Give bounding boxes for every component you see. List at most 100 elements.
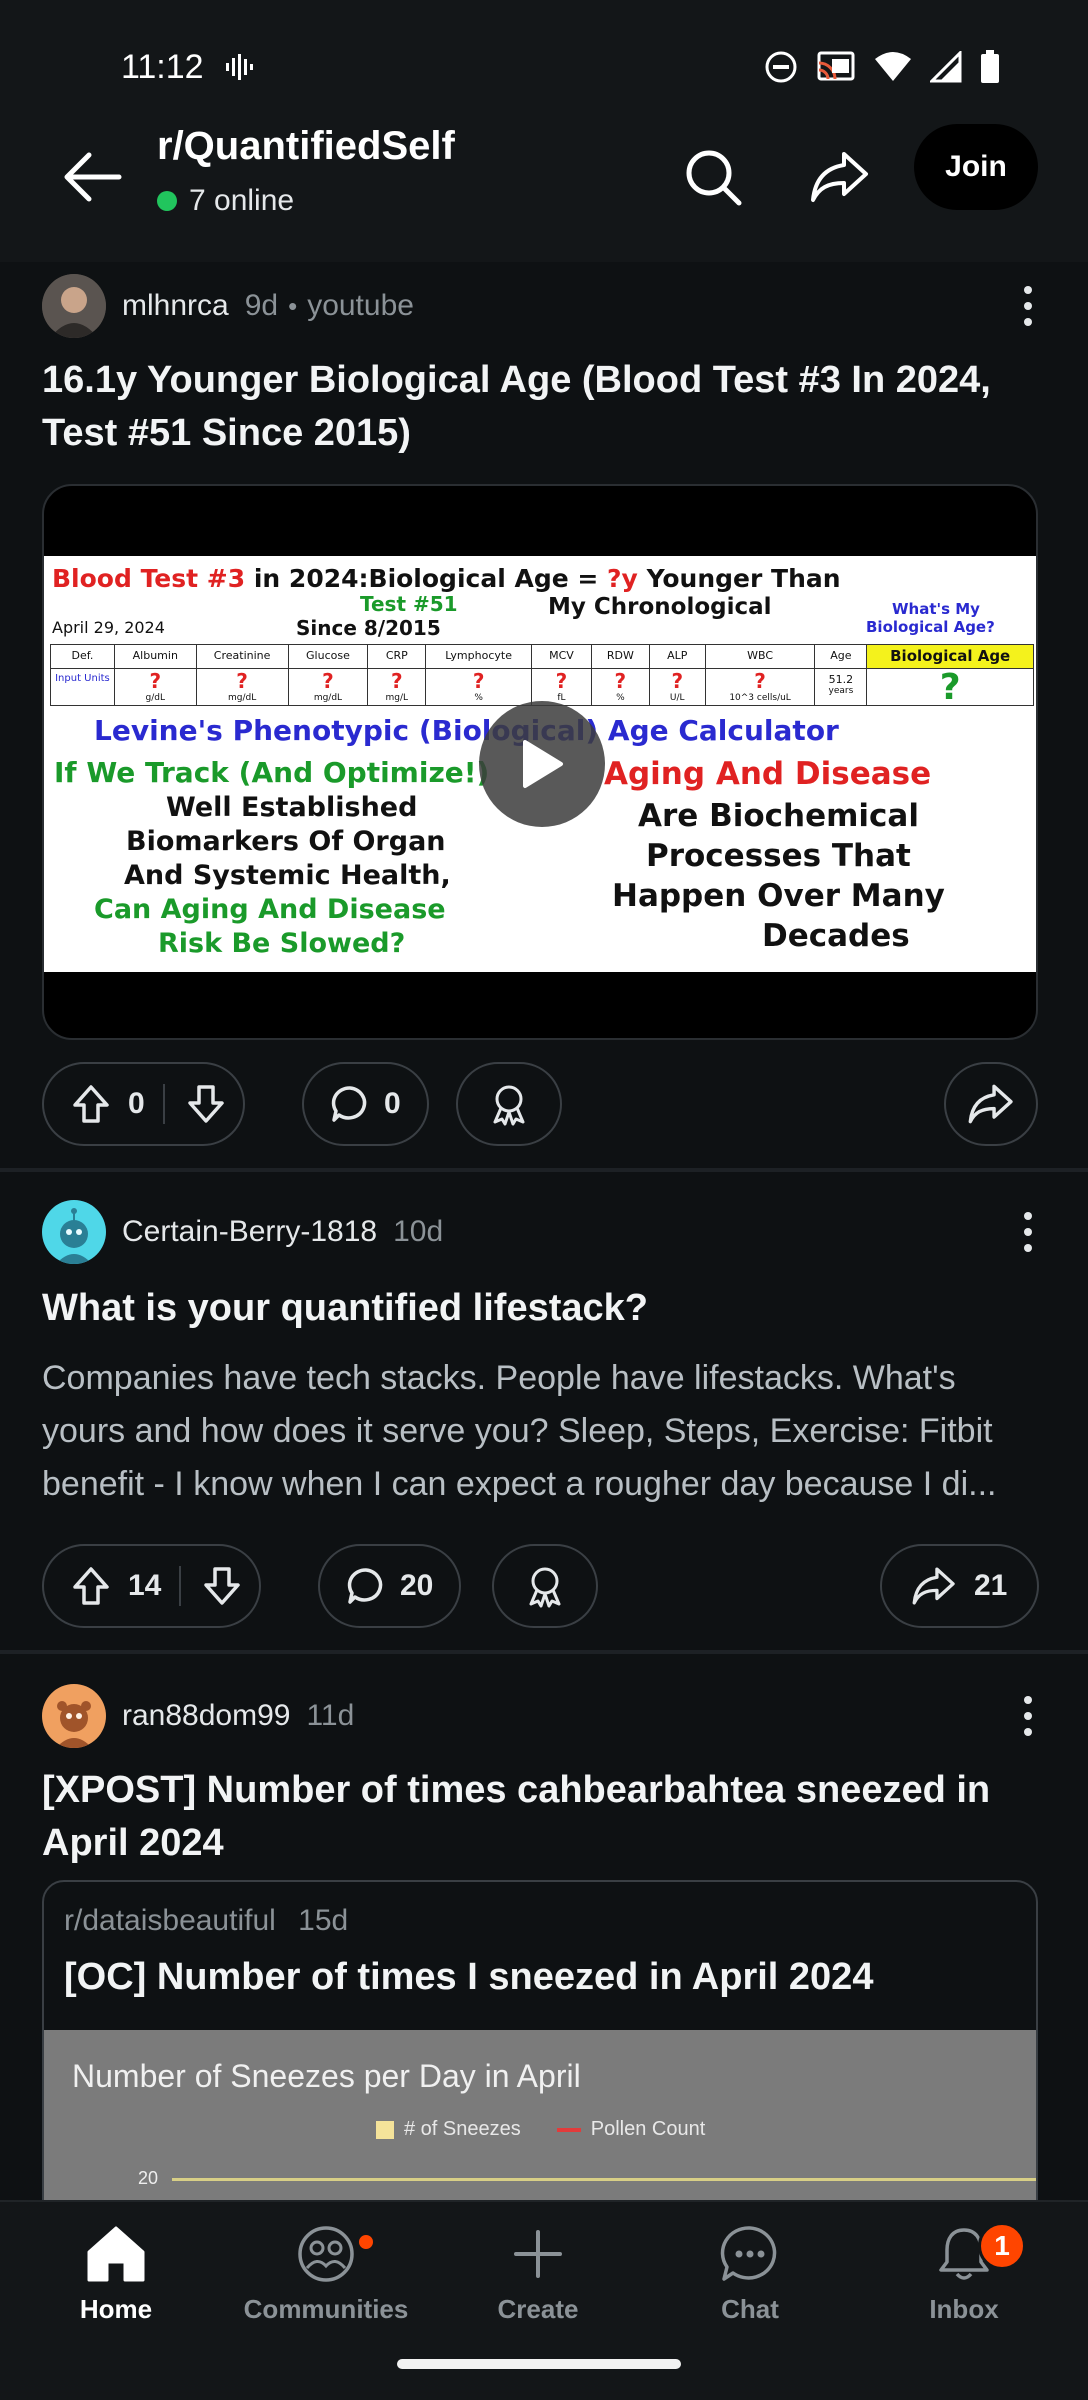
nav-label: Chat (721, 2294, 779, 2324)
post-feed: mlhnrca 9d • youtube 16.1y Younger Biolo… (0, 262, 1088, 2200)
crosspost-title[interactable]: [OC] Number of times I sneezed in April … (64, 1956, 873, 1999)
thumb-text: Since 8/2015 (296, 616, 441, 640)
post-card[interactable]: Certain-Berry-1818 10d What is your quan… (0, 1172, 1088, 1654)
status-icons (764, 50, 1000, 84)
gesture-bar[interactable] (397, 2359, 681, 2369)
chat-icon (720, 2226, 777, 2281)
downvote-button[interactable] (187, 1084, 225, 1124)
vote-control: 14 (42, 1544, 262, 1628)
comments-button[interactable]: 0 (302, 1062, 429, 1146)
nav-label: Home (79, 2294, 153, 2324)
play-button[interactable] (479, 701, 605, 827)
nav-chat[interactable]: Chat (650, 2224, 850, 2325)
arrow-left-icon (64, 152, 122, 202)
share-subreddit-button[interactable] (795, 132, 885, 222)
vote-divider (179, 1566, 182, 1606)
chart-legend: # of Sneezes Pollen Count (376, 2118, 705, 2141)
legend-label: Pollen Count (590, 2118, 706, 2140)
thumb-table: Def. Input Units Albumin? g/dL Creatinine?… (50, 644, 1034, 707)
subreddit-name[interactable]: r/QuantifiedSelf (157, 124, 455, 169)
communities-badge (356, 2232, 376, 2252)
avatar[interactable] (42, 274, 106, 338)
thumb-text: Biomarkers Of Organ (126, 826, 446, 857)
post-meta: mlhnrca 9d • youtube (42, 274, 414, 338)
comment-count: 0 (384, 1087, 401, 1120)
crosspost-subreddit[interactable]: r/dataisbeautiful (64, 1904, 276, 1937)
thumb-cell: MCV (532, 645, 591, 669)
post-title[interactable]: [XPOST] Number of times cahbearbahtea sn… (42, 1764, 1046, 1870)
post-options-button[interactable] (1008, 274, 1048, 338)
meta-separator: • (288, 290, 298, 321)
share-count: 21 (974, 1569, 1008, 1602)
join-button[interactable]: Join (914, 124, 1038, 210)
downvote-button[interactable] (203, 1566, 241, 1606)
post-author[interactable]: mlhnrca (122, 289, 229, 323)
post-age: 9d (244, 289, 279, 322)
upvote-button[interactable] (72, 1566, 110, 1606)
crosspost-card[interactable]: r/dataisbeautiful 15d [OC] Number of tim… (42, 1880, 1038, 2200)
post-age: 10d (393, 1215, 444, 1248)
upvote-button[interactable] (72, 1084, 110, 1124)
chart-title: Number of Sneezes per Day in April (72, 2058, 581, 2094)
nav-label: Inbox (929, 2294, 999, 2324)
share-button[interactable] (944, 1062, 1038, 1146)
post-card[interactable]: mlhnrca 9d • youtube 16.1y Younger Biolo… (0, 262, 1088, 1168)
comments-button[interactable]: 20 (318, 1544, 462, 1628)
award-button[interactable] (456, 1062, 562, 1146)
upvote-icon (73, 1085, 109, 1123)
home-icon (87, 2226, 145, 2282)
thumb-text: Processes That (646, 838, 911, 874)
thumb-text: My Chronological (548, 594, 772, 620)
snoo-avatar-icon (56, 1208, 92, 1264)
legend-label: # of Sneezes (404, 2118, 521, 2140)
nav-create[interactable]: Create (438, 2224, 638, 2325)
battery-icon (981, 50, 999, 83)
avatar[interactable] (42, 1200, 106, 1264)
thumb-text: Younger Than (637, 564, 841, 593)
search-icon (686, 150, 742, 206)
online-label: 7 online (189, 184, 295, 217)
post-title[interactable]: 16.1y Younger Biological Age (Blood Test… (42, 354, 1046, 460)
thumb-cell: Input Units (55, 673, 110, 684)
thumb-cell: RDW (591, 645, 649, 669)
back-button[interactable] (58, 142, 128, 212)
nav-communities[interactable]: Communities (226, 2224, 426, 2325)
post-options-button[interactable] (1008, 1684, 1048, 1748)
thumb-cell: % (474, 693, 483, 703)
thumb-text: Blood Test #3 (52, 564, 246, 593)
thumb-text: Decades (762, 918, 910, 954)
share-icon (968, 1084, 1013, 1124)
post-author[interactable]: Certain-Berry-1818 (122, 1215, 377, 1249)
thumb-cell: 10^3 cells/uL (729, 693, 791, 703)
thumb-cell: Age (815, 645, 867, 669)
thumb-cell: Glucose (288, 645, 368, 669)
video-player[interactable]: Blood Test #3 in 2024:Biological Age = ?… (42, 484, 1038, 1040)
post-card[interactable]: ran88dom99 11d [XPOST] Number of times c… (0, 1654, 1088, 2200)
post-body[interactable]: Companies have tech stacks. People have … (42, 1352, 1046, 1511)
crosspost-image: Number of Sneezes per Day in April # of … (44, 2030, 1036, 2200)
award-icon (493, 1085, 525, 1126)
bottom-nav: Home Communities Create Chat 1 Inbox (0, 2200, 1088, 2400)
nav-home[interactable]: Home (16, 2224, 216, 2325)
downvote-icon (187, 1085, 224, 1123)
play-icon (523, 740, 563, 788)
share-icon (912, 1567, 955, 1605)
avatar[interactable] (42, 1684, 106, 1748)
nav-inbox[interactable]: 1 Inbox (864, 2222, 1064, 2325)
plus-icon (514, 2230, 562, 2278)
search-button[interactable] (668, 132, 758, 222)
audio-wave-icon (226, 54, 253, 80)
vote-count: 0 (128, 1087, 145, 1120)
award-button[interactable] (492, 1544, 598, 1628)
wifi-icon (875, 52, 911, 81)
thumb-cell: Lymphocyte (426, 645, 532, 669)
axis-tick: 20 (138, 2168, 159, 2188)
legend-swatch (376, 2120, 394, 2139)
post-title[interactable]: What is your quantified lifestack? (42, 1282, 1046, 1335)
post-author[interactable]: ran88dom99 (122, 1699, 290, 1733)
thumb-text: If We Track (And Optimize!) (54, 756, 490, 789)
upvote-icon (73, 1567, 109, 1605)
post-options-button[interactable] (1008, 1200, 1048, 1264)
share-button[interactable]: 21 (880, 1544, 1040, 1628)
vote-control: 0 (42, 1062, 245, 1146)
